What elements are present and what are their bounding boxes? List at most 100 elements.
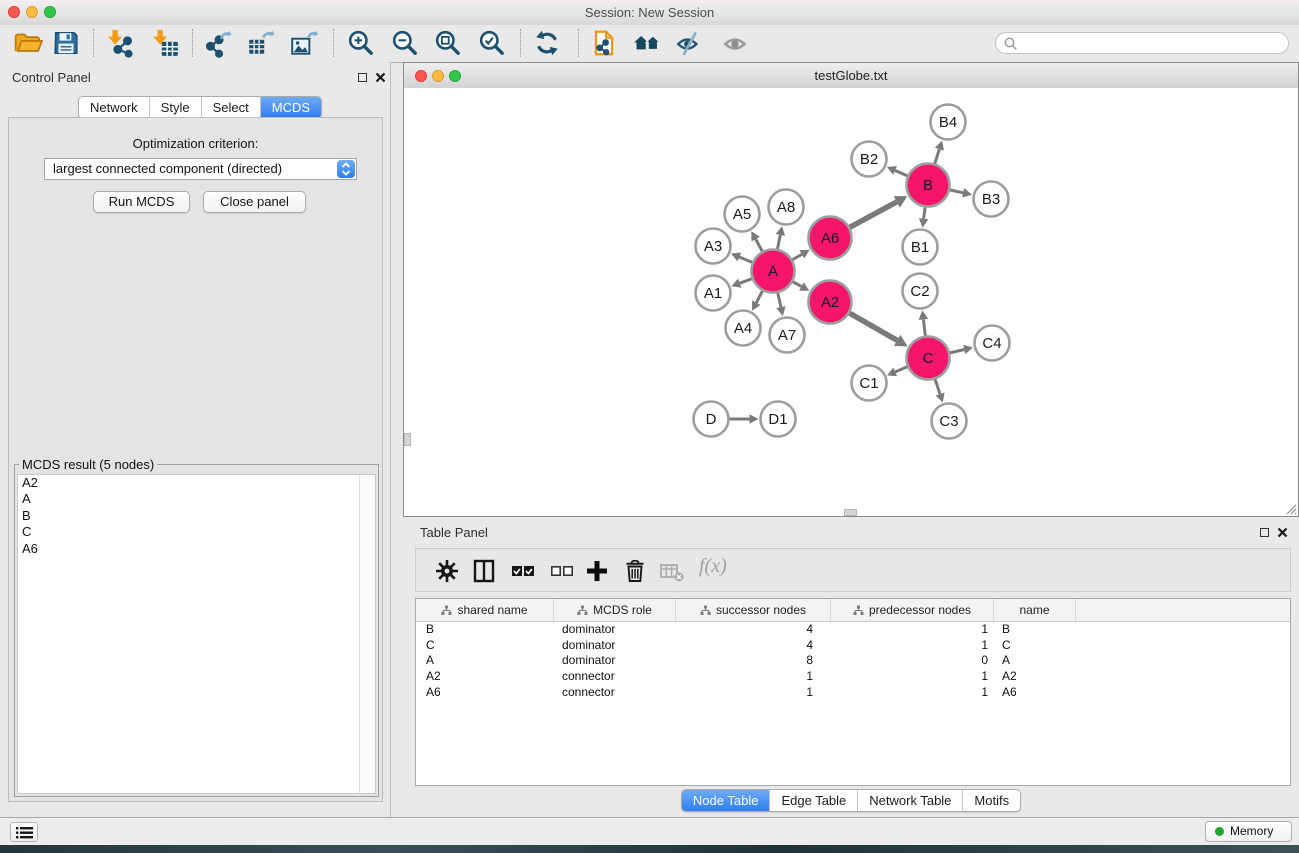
graph-edge[interactable] [935,149,940,163]
memory-label: Memory [1230,822,1273,841]
open-session-icon[interactable] [13,28,43,58]
delete-column-trash-icon[interactable] [622,558,648,584]
table-row[interactable]: A2connector11A2 [416,669,1290,685]
mcds-result-item[interactable]: A [18,491,375,507]
control-panel-tabs: NetworkStyleSelectMCDS [78,96,322,119]
network-window-titlebar[interactable]: testGlobe.txt [404,63,1298,89]
bottom-scrollbar-handle[interactable] [844,509,857,516]
search-input[interactable] [995,32,1289,54]
column-header-shared-name[interactable]: shared name [416,599,554,621]
table-panel-title: Table Panel [420,525,488,540]
network-graph[interactable]: B4B2BB3A5A8A6A3B1AA1C2A2A4A7C4CC1C3DD1 [404,88,1298,516]
column-header-label: successor nodes [716,603,806,617]
zoom-in-icon[interactable] [346,28,376,58]
zoom-out-icon[interactable] [390,28,420,58]
export-network-icon[interactable] [203,28,233,58]
tab-node-table[interactable]: Node Table [682,790,771,811]
graph-edge[interactable] [850,202,897,227]
float-table-panel-icon[interactable] [1260,528,1269,537]
export-table-icon[interactable] [246,28,276,58]
node-label-B1: B1 [911,239,929,256]
graph-edge[interactable] [850,313,898,340]
graph-edge[interactable] [756,291,762,303]
criterion-dropdown[interactable]: largest connected component (directed) [44,158,357,180]
tab-mcds[interactable]: MCDS [261,97,321,118]
resize-grip-icon[interactable] [1283,501,1297,515]
split-column-icon[interactable] [471,558,497,584]
tab-network[interactable]: Network [79,97,150,118]
save-session-icon[interactable] [51,28,81,58]
import-network-icon[interactable] [105,28,135,58]
refresh-icon[interactable] [532,28,562,58]
new-network-from-selection-icon[interactable] [589,28,619,58]
mcds-result-list[interactable]: A2ABCA6 [17,474,376,794]
mcds-result-item[interactable]: C [18,524,375,540]
tab-edge-table[interactable]: Edge Table [770,790,858,811]
cell-shared_name: A [416,653,554,669]
graph-edge[interactable] [792,254,801,259]
table-header-row: shared nameMCDS role successor nodes prede… [416,599,1290,622]
table-row[interactable]: Cdominator41C [416,638,1290,654]
show-all-eye-icon[interactable] [721,28,751,58]
select-all-columns-icon[interactable] [510,558,536,584]
graph-edge[interactable] [950,350,964,353]
cell-successor_nodes: 4 [676,622,831,638]
graph-edge[interactable] [923,319,925,335]
edge-arrowhead [919,310,929,320]
node-label-B: B [923,177,933,194]
result-scrollbar[interactable] [359,475,375,793]
graph-edge[interactable] [778,293,781,307]
node-label-A3: A3 [704,238,722,255]
task-history-button[interactable] [10,822,38,842]
mcds-result-item[interactable]: A2 [18,475,375,491]
graph-edge[interactable] [756,239,763,251]
table-settings-gear-icon[interactable] [434,558,460,584]
deselect-all-columns-icon[interactable] [549,558,575,584]
graph-edge[interactable] [895,367,907,372]
left-scrollbar-handle[interactable] [404,433,411,446]
zoom-fit-icon[interactable] [433,28,463,58]
table-row[interactable]: Adominator80A [416,653,1290,669]
graph-edge[interactable] [777,235,780,249]
cell-mcds_role: dominator [554,653,676,669]
table-row[interactable]: Bdominator41B [416,622,1290,638]
close-table-panel-icon[interactable] [1277,527,1288,538]
zoom-selected-icon[interactable] [477,28,507,58]
cell-mcds_role: connector [554,669,676,685]
graph-edge[interactable] [935,379,940,394]
node-label-B2: B2 [860,151,878,168]
cell-name: A2 [994,669,1076,685]
mcds-result-item[interactable]: A6 [18,541,375,557]
run-mcds-button[interactable]: Run MCDS [93,191,190,213]
tab-network-table[interactable]: Network Table [858,790,963,811]
column-header-successor-nodes[interactable]: successor nodes [676,599,831,621]
column-header-mcds-role[interactable]: MCDS role [554,599,676,621]
graph-edge[interactable] [740,279,752,283]
graph-edge[interactable] [895,170,907,175]
graph-edge[interactable] [924,207,925,218]
column-header-predecessor-nodes[interactable]: predecessor nodes [831,599,994,621]
node-label-C4: C4 [982,335,1001,352]
export-image-icon[interactable] [289,28,319,58]
add-column-icon[interactable] [584,558,610,584]
table-row[interactable]: A6connector11A6 [416,685,1290,701]
two-houses-icon[interactable] [632,28,662,58]
hide-selected-eye-icon[interactable] [675,28,705,58]
mcds-result-item[interactable]: B [18,508,375,524]
tab-style[interactable]: Style [150,97,202,118]
import-table-icon[interactable] [150,28,180,58]
network-window-title: testGlobe.txt [404,63,1298,88]
float-panel-icon[interactable] [358,73,367,82]
graph-edge[interactable] [793,282,802,287]
graph-edge[interactable] [950,190,963,193]
network-canvas[interactable]: B4B2BB3A5A8A6A3B1AA1C2A2A4A7C4CC1C3DD1 [404,88,1298,516]
column-header-name[interactable]: name [994,599,1076,621]
tab-select[interactable]: Select [202,97,261,118]
memory-button[interactable]: Memory [1205,821,1292,842]
sort-tree-icon [441,605,452,616]
close-panel-button[interactable]: Close panel [203,191,306,213]
graph-edge[interactable] [739,257,752,262]
tab-motifs[interactable]: Motifs [963,790,1020,811]
status-bar: Memory [0,817,1299,845]
close-panel-icon[interactable] [375,72,386,83]
